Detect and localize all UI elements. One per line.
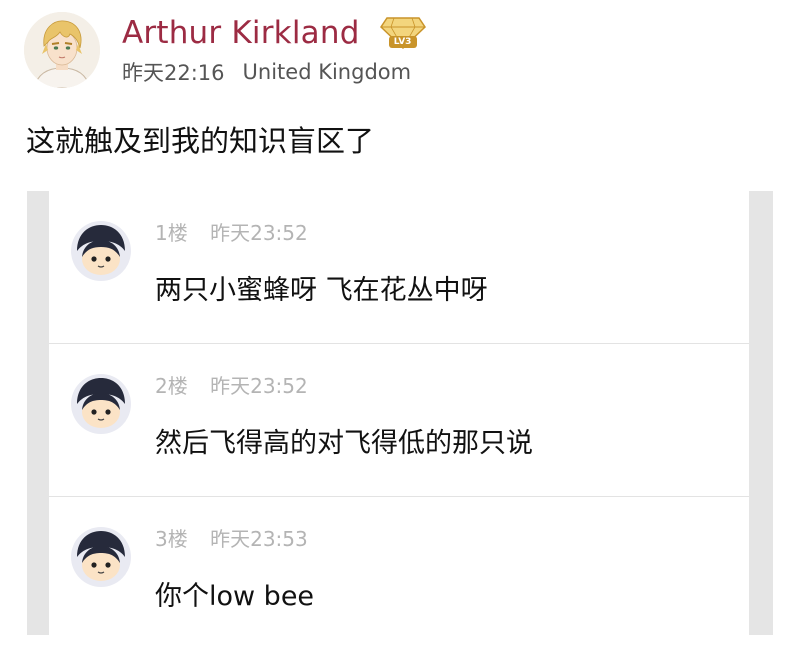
comment-text: 你个low bee [155, 581, 315, 612]
comment-time: 昨天23:52 [210, 221, 308, 245]
comments-panel: 1楼 昨天23:52 两只小蜜蜂呀 飞在花丛中呀 2楼 昨天23:52 然后飞得… [27, 191, 773, 635]
comment-meta: 1楼 昨天23:52 [155, 217, 308, 246]
comment-item[interactable]: 1楼 昨天23:52 两只小蜜蜂呀 飞在花丛中呀 [49, 191, 749, 345]
comment-floor: 2楼 [155, 374, 188, 398]
author-avatar[interactable] [24, 12, 100, 88]
author-name[interactable]: Arthur Kirkland [122, 15, 360, 51]
post-location: United Kingdom [242, 60, 412, 84]
comment-time: 昨天23:52 [210, 374, 308, 398]
comment-floor: 1楼 [155, 221, 188, 245]
comments-list: 1楼 昨天23:52 两只小蜜蜂呀 飞在花丛中呀 2楼 昨天23:52 然后飞得… [49, 191, 749, 635]
comment-text: 两只小蜜蜂呀 飞在花丛中呀 [155, 275, 488, 306]
level-label: LV3 [388, 36, 417, 48]
anime-avatar-icon [24, 12, 100, 88]
cartoon-avatar-icon[interactable] [71, 221, 131, 281]
post-header: Arthur Kirkland LV3 昨天22:16 United Kingd… [24, 10, 426, 90]
name-row: Arthur Kirkland LV3 [122, 13, 426, 53]
comment-item[interactable]: 3楼 昨天23:53 你个low bee [49, 496, 749, 651]
comment-time: 昨天23:53 [210, 527, 308, 551]
comment-floor: 3楼 [155, 527, 188, 551]
cartoon-avatar-icon[interactable] [71, 527, 131, 587]
comment-meta: 3楼 昨天23:53 [155, 523, 308, 552]
comment-item[interactable]: 2楼 昨天23:52 然后飞得高的对飞得低的那只说 [49, 343, 749, 498]
post-meta: 昨天22:16 United Kingdom [122, 57, 426, 87]
cartoon-avatar-icon[interactable] [71, 374, 131, 434]
post-time: 昨天22:16 [122, 61, 225, 85]
author-info: Arthur Kirkland LV3 昨天22:16 United Kingd… [122, 12, 426, 88]
comment-text: 然后飞得高的对飞得低的那只说 [155, 428, 533, 459]
level-badge[interactable]: LV3 [379, 16, 426, 50]
comment-meta: 2楼 昨天23:52 [155, 370, 308, 399]
post-text: 这就触及到我的知识盲区了 [26, 124, 375, 158]
